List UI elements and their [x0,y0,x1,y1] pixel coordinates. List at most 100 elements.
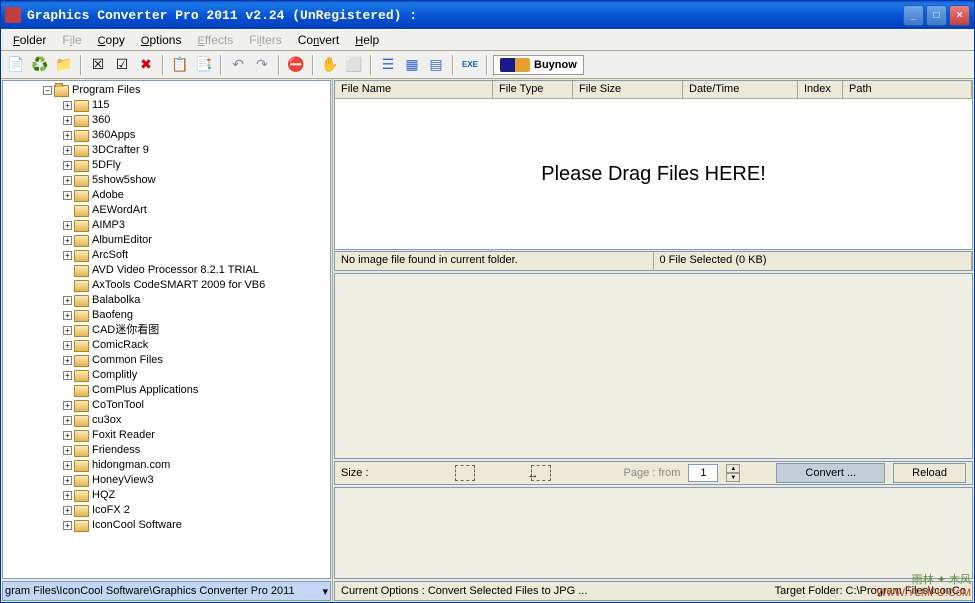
expand-icon[interactable]: + [63,251,72,260]
folder-tree[interactable]: −Program Files+115+360+360Apps+3DCrafter… [2,80,331,579]
tree-item[interactable]: +HQZ [3,488,330,503]
refresh-icon[interactable]: ♻️ [29,54,51,76]
close-button[interactable]: × [949,5,970,26]
paste-icon[interactable]: 📑 [193,54,215,76]
expand-icon[interactable]: + [63,416,72,425]
expand-icon[interactable]: + [63,446,72,455]
tree-item[interactable]: +360 [3,113,330,128]
expand-icon[interactable]: + [63,101,72,110]
stop-icon[interactable]: ⛔ [285,54,307,76]
tree-item[interactable]: +AIMP3 [3,218,330,233]
convert-button[interactable]: Convert ... [776,463,885,483]
expand-icon[interactable]: + [63,431,72,440]
expand-icon[interactable]: + [63,521,72,530]
col-filetype[interactable]: File Type [493,81,573,98]
crop-2-button[interactable]: ↔ [531,465,551,481]
tree-item[interactable]: +Friendess [3,443,330,458]
buynow-button[interactable]: Buynow [493,55,584,75]
col-index[interactable]: Index [798,81,843,98]
expand-icon[interactable]: + [63,311,72,320]
tree-item[interactable]: +Foxit Reader [3,428,330,443]
chevron-down-icon[interactable]: ▾ [322,585,328,598]
uncheck-icon[interactable]: ☒ [87,54,109,76]
menu-copy[interactable]: Copy [90,31,133,49]
expand-icon[interactable]: + [63,341,72,350]
tree-item[interactable]: AVD Video Processor 8.2.1 TRIAL [3,263,330,278]
tree-item[interactable]: +5show5show [3,173,330,188]
tree-item[interactable]: +Complitly [3,368,330,383]
menu-file[interactable]: File [54,31,89,49]
menu-folder[interactable]: Folder [5,31,54,49]
delete-icon[interactable]: ✖ [135,54,157,76]
expand-icon[interactable]: + [63,461,72,470]
expand-icon[interactable]: + [63,146,72,155]
tree-item[interactable]: +Adobe [3,188,330,203]
open-folder-icon[interactable]: 📁 [53,54,75,76]
expand-icon[interactable]: + [63,116,72,125]
new-icon[interactable]: 📄 [5,54,27,76]
expand-icon[interactable]: + [63,191,72,200]
page-down-button[interactable]: ▼ [726,473,740,482]
menu-filters[interactable]: Filters [241,31,289,49]
tree-item[interactable]: +CAD迷你看图 [3,323,330,338]
maximize-button[interactable]: □ [926,5,947,26]
drag-message[interactable]: Please Drag Files HERE! [335,99,972,249]
expand-icon[interactable]: + [63,371,72,380]
view-thumb-icon[interactable]: ▤ [425,54,447,76]
fit-icon[interactable]: ⬜ [343,54,365,76]
tree-item[interactable]: +hidongman.com [3,458,330,473]
col-filename[interactable]: File Name [335,81,493,98]
minimize-button[interactable]: _ [903,5,924,26]
expand-icon[interactable]: + [63,161,72,170]
reload-button[interactable]: Reload [893,463,966,483]
view-list-icon[interactable]: ☰ [377,54,399,76]
menu-help[interactable]: Help [347,31,387,49]
expand-icon[interactable]: + [63,491,72,500]
view-grid-icon[interactable]: ▦ [401,54,423,76]
col-datetime[interactable]: Date/Time [683,81,798,98]
expand-icon[interactable]: + [63,401,72,410]
expand-icon[interactable]: + [63,236,72,245]
tree-item[interactable]: +ArcSoft [3,248,330,263]
col-filesize[interactable]: File Size [573,81,683,98]
tree-item[interactable]: AxTools CodeSMART 2009 for VB6 [3,278,330,293]
menu-convert[interactable]: Convert [290,31,347,49]
tree-root-item[interactable]: −Program Files [3,83,330,98]
expand-icon[interactable]: + [63,296,72,305]
tree-item[interactable]: +Common Files [3,353,330,368]
check-icon[interactable]: ☑ [111,54,133,76]
tree-item[interactable]: +IcoFX 2 [3,503,330,518]
tree-item[interactable]: +ComicRack [3,338,330,353]
copy-icon[interactable]: 📋 [169,54,191,76]
menu-options[interactable]: Options [133,31,190,49]
tree-item[interactable]: +3DCrafter 9 [3,143,330,158]
collapse-icon[interactable]: − [43,86,52,95]
expand-icon[interactable]: + [63,221,72,230]
expand-icon[interactable]: + [63,506,72,515]
tree-item[interactable]: +cu3ox [3,413,330,428]
tree-item[interactable]: +5DFly [3,158,330,173]
tree-item[interactable]: +HoneyView3 [3,473,330,488]
expand-icon[interactable]: + [63,476,72,485]
path-bar[interactable]: gram Files\IconCool Software\Graphics Co… [2,581,331,601]
hand-icon[interactable]: ✋ [319,54,341,76]
menu-effects[interactable]: Effects [189,31,241,49]
tree-item[interactable]: +115 [3,98,330,113]
expand-icon[interactable]: + [63,131,72,140]
expand-icon[interactable]: + [63,326,72,335]
tree-item[interactable]: +IconCool Software [3,518,330,533]
tree-item[interactable]: +Balabolka [3,293,330,308]
tree-item[interactable]: +Baofeng [3,308,330,323]
page-input[interactable] [688,464,718,482]
tree-item[interactable]: +AlbumEditor [3,233,330,248]
page-up-button[interactable]: ▲ [726,464,740,473]
tree-item[interactable]: ComPlus Applications [3,383,330,398]
crop-1-button[interactable] [455,465,475,481]
tree-item[interactable]: +CoTonTool [3,398,330,413]
expand-icon[interactable]: + [63,356,72,365]
file-list[interactable]: File Name File Type File Size Date/Time … [334,80,973,250]
col-path[interactable]: Path [843,81,972,98]
tree-item[interactable]: AEWordArt [3,203,330,218]
expand-icon[interactable]: + [63,176,72,185]
tree-item[interactable]: +360Apps [3,128,330,143]
